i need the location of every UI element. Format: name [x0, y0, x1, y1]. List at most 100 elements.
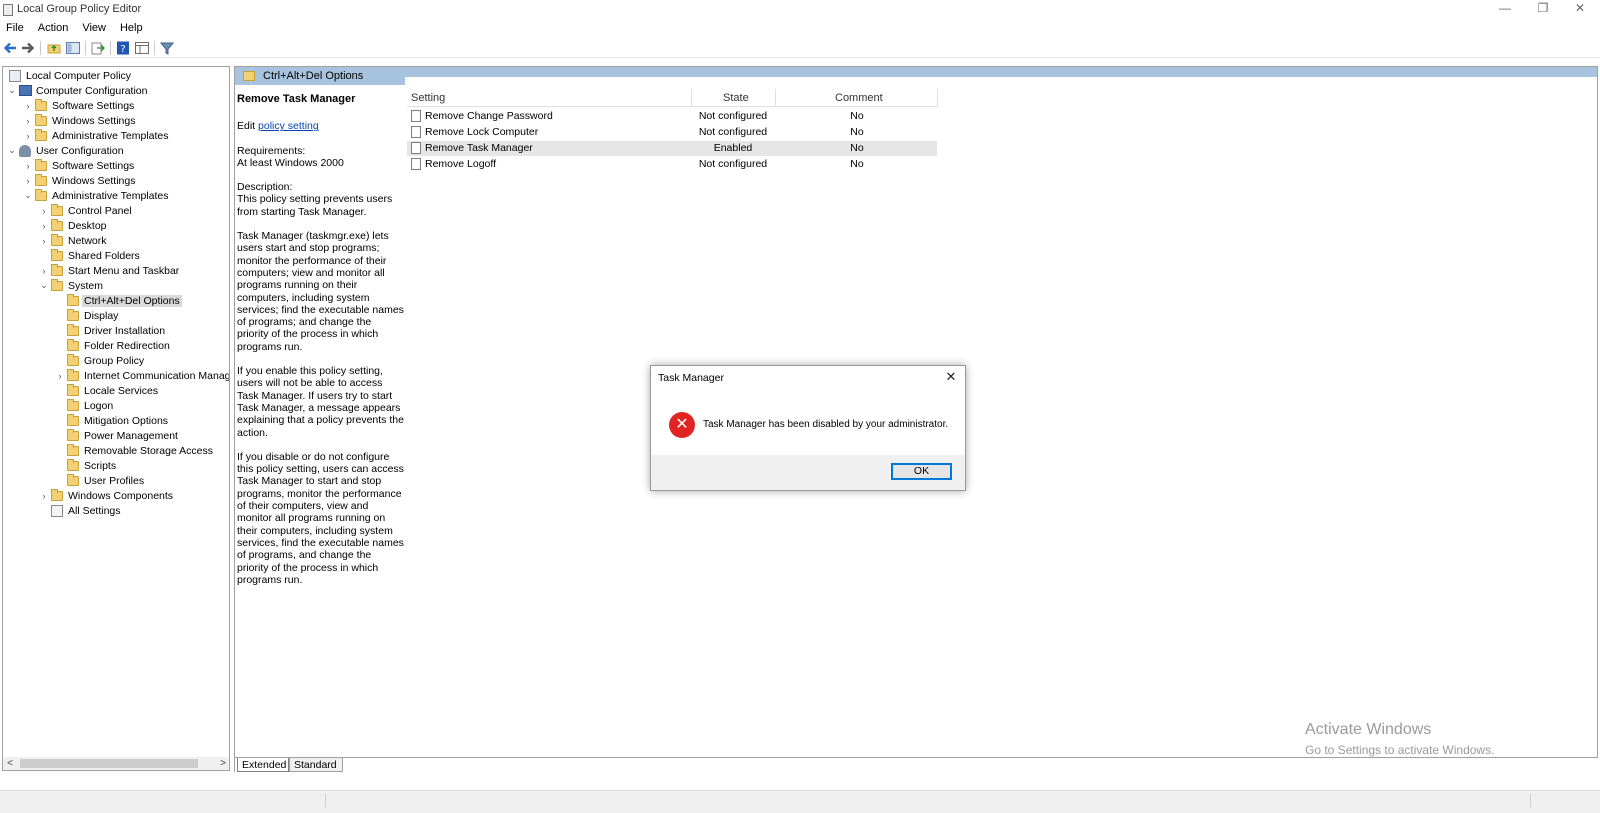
description-paragraph: Task Manager (taskmgr.exe) lets users st…	[237, 230, 404, 353]
help-icon[interactable]: ?	[116, 41, 130, 55]
tree-item-user-software-settings[interactable]: › Software Settings	[21, 158, 134, 173]
tree-item-ctrl-alt-del-options[interactable]: Ctrl+Alt+Del Options	[67, 293, 182, 308]
tree-item-computer-software-settings[interactable]: › Software Settings	[21, 98, 134, 113]
show-hide-tree-icon[interactable]	[66, 41, 80, 55]
tree-item-logon[interactable]: Logon	[67, 398, 113, 413]
tab-standard[interactable]: Standard	[289, 758, 343, 772]
dialog-footer: OK	[651, 455, 965, 490]
chevron-right-icon[interactable]: ›	[37, 491, 51, 501]
chevron-right-icon[interactable]: ›	[21, 131, 35, 141]
folder-icon	[67, 353, 79, 366]
svg-text:?: ?	[120, 44, 125, 55]
app-icon	[3, 4, 13, 16]
menu-action[interactable]: Action	[31, 20, 76, 37]
description-paragraph: If you enable this policy setting, users…	[237, 365, 404, 439]
current-node-title: Ctrl+Alt+Del Options	[263, 70, 364, 82]
tree-item-network[interactable]: › Network	[37, 233, 107, 248]
column-header-state[interactable]: State	[723, 92, 749, 104]
chevron-right-icon[interactable]: ›	[37, 221, 51, 231]
tree-item-computer-windows-settings[interactable]: › Windows Settings	[21, 113, 135, 128]
tree-item-local-computer-policy[interactable]: Local Computer Policy	[9, 68, 131, 83]
toolbar: ?	[0, 38, 1600, 58]
chevron-right-icon[interactable]: ›	[21, 161, 35, 171]
current-node-tab: Ctrl+Alt+Del Options	[235, 67, 405, 85]
tree-item-power-management[interactable]: Power Management	[67, 428, 178, 443]
table-row[interactable]: Remove Logoff Not configured No	[407, 157, 937, 172]
minimize-button[interactable]: —	[1486, 0, 1524, 18]
folder-icon	[51, 233, 63, 246]
tree-item-internet-communication-management[interactable]: › Internet Communication Manag	[53, 368, 229, 383]
tree-item-scripts[interactable]: Scripts	[67, 458, 116, 473]
chevron-right-icon[interactable]: ›	[37, 236, 51, 246]
tree-item-computer-configuration[interactable]: ⌄ Computer Configuration	[5, 83, 147, 98]
folder-icon	[35, 188, 47, 201]
chevron-right-icon[interactable]: ›	[21, 101, 35, 111]
tree-item-user-configuration[interactable]: ⌄ User Configuration	[5, 143, 124, 158]
title-bar: Local Group Policy Editor — ❐ ✕	[0, 0, 1600, 20]
tree-item-all-settings[interactable]: All Settings	[51, 503, 121, 518]
policy-setting-icon	[411, 158, 421, 170]
policy-setting-icon	[411, 110, 421, 122]
policy-heading: Remove Task Manager	[237, 93, 356, 105]
chevron-down-icon[interactable]: ⌄	[5, 145, 19, 156]
tree-item-folder-redirection[interactable]: Folder Redirection	[67, 338, 170, 353]
tree-item-removable-storage-access[interactable]: Removable Storage Access	[67, 443, 213, 458]
folder-icon	[35, 128, 47, 141]
menu-help[interactable]: Help	[113, 20, 150, 37]
dialog-close-icon[interactable]: ✕	[942, 369, 960, 385]
menu-view[interactable]: View	[75, 20, 113, 37]
folder-icon	[67, 443, 79, 456]
all-settings-icon	[51, 504, 63, 517]
export-list-icon[interactable]	[91, 41, 105, 55]
chevron-right-icon[interactable]: ›	[21, 176, 35, 186]
tree-item-start-menu-and-taskbar[interactable]: › Start Menu and Taskbar	[37, 263, 179, 278]
forward-arrow-icon[interactable]	[21, 41, 35, 55]
chevron-down-icon[interactable]: ⌄	[5, 85, 19, 96]
properties-icon[interactable]	[135, 41, 149, 55]
tree-item-windows-components[interactable]: › Windows Components	[37, 488, 173, 503]
scroll-left-arrow-icon[interactable]: <	[3, 757, 17, 770]
requirements: Requirements: At least Windows 2000	[237, 144, 344, 169]
edit-policy-setting-link[interactable]: policy setting	[258, 120, 319, 132]
tree-item-locale-services[interactable]: Locale Services	[67, 383, 158, 398]
folder-icon	[243, 71, 255, 81]
ok-button[interactable]: OK	[891, 463, 952, 480]
chevron-right-icon[interactable]: ›	[37, 206, 51, 216]
tree-item-shared-folders[interactable]: Shared Folders	[51, 248, 140, 263]
column-header-comment[interactable]: Comment	[835, 92, 883, 104]
tree-item-user-administrative-templates[interactable]: ⌄ Administrative Templates	[21, 188, 169, 203]
table-row[interactable]: Remove Lock Computer Not configured No	[407, 125, 937, 140]
tree-horizontal-scrollbar[interactable]: < >	[2, 757, 230, 771]
table-row[interactable]: Remove Task Manager Enabled No	[407, 141, 937, 156]
tree-item-display[interactable]: Display	[67, 308, 118, 323]
back-arrow-icon[interactable]	[3, 41, 17, 55]
tree-item-mitigation-options[interactable]: Mitigation Options	[67, 413, 168, 428]
tab-extended[interactable]: Extended	[237, 758, 289, 772]
scroll-right-arrow-icon[interactable]: >	[216, 757, 230, 770]
edit-line: Edit policy setting	[237, 120, 319, 133]
tree-item-computer-administrative-templates[interactable]: › Administrative Templates	[21, 128, 169, 143]
tree-item-driver-installation[interactable]: Driver Installation	[67, 323, 165, 338]
tree-item-control-panel[interactable]: › Control Panel	[37, 203, 132, 218]
tree-item-system[interactable]: ⌄ System	[37, 278, 103, 293]
chevron-right-icon[interactable]: ›	[37, 266, 51, 276]
menu-file[interactable]: File	[0, 20, 31, 37]
column-header-setting[interactable]: Setting	[411, 92, 445, 104]
chevron-down-icon[interactable]: ⌄	[37, 280, 51, 291]
chevron-right-icon[interactable]: ›	[53, 371, 67, 381]
policy-setting-icon	[411, 142, 421, 154]
chevron-right-icon[interactable]: ›	[21, 116, 35, 126]
scrollbar-thumb[interactable]	[20, 759, 198, 768]
tree-item-desktop[interactable]: › Desktop	[37, 218, 107, 233]
chevron-down-icon[interactable]: ⌄	[21, 190, 35, 201]
tree-item-group-policy[interactable]: Group Policy	[67, 353, 144, 368]
filter-icon[interactable]	[160, 41, 174, 55]
up-folder-icon[interactable]	[47, 41, 61, 55]
computer-icon	[19, 85, 32, 96]
table-row[interactable]: Remove Change Password Not configured No	[407, 109, 937, 124]
tree-item-user-profiles[interactable]: User Profiles	[67, 473, 144, 488]
restore-button[interactable]: ❐	[1524, 0, 1562, 18]
folder-icon	[35, 98, 47, 111]
close-button[interactable]: ✕	[1561, 0, 1599, 18]
tree-item-user-windows-settings[interactable]: › Windows Settings	[21, 173, 135, 188]
